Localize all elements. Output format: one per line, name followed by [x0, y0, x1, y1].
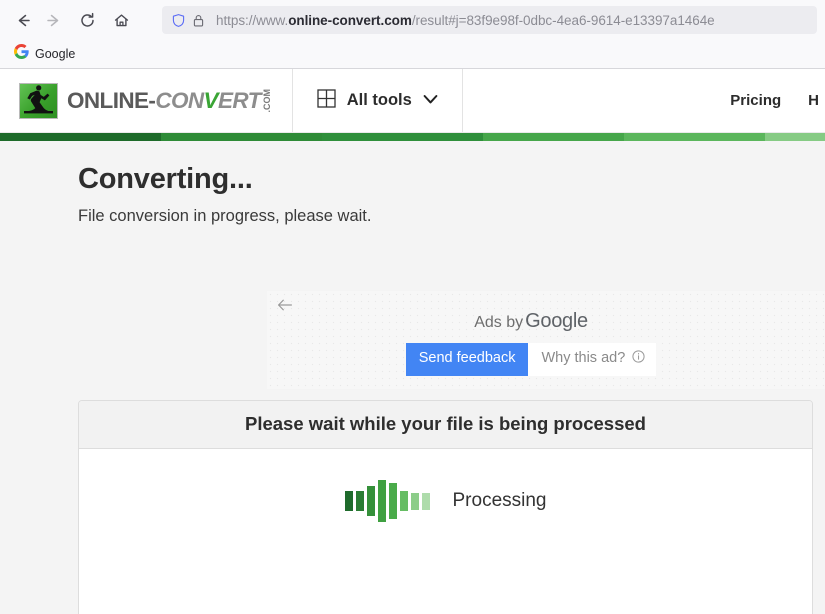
chevron-down-icon — [423, 92, 438, 110]
reload-icon — [80, 12, 94, 27]
google-wordmark: Google — [525, 310, 588, 332]
page-title: Converting... — [78, 163, 253, 195]
lock-icon[interactable] — [190, 12, 207, 29]
browser-toolbar: https://www.online-convert.com/result#j=… — [0, 0, 825, 40]
info-circle-icon — [632, 350, 645, 368]
main-content: Converting... File conversion in progres… — [0, 141, 825, 228]
processing-panel-header: Please wait while your file is being pro… — [79, 401, 812, 449]
arrow-right-icon — [46, 14, 58, 26]
url-bar[interactable]: https://www.online-convert.com/result#j=… — [162, 6, 817, 34]
equalizer-bar — [366, 486, 375, 516]
processing-panel-title: Please wait while your file is being pro… — [245, 413, 646, 434]
reload-button[interactable] — [72, 5, 102, 35]
ads-by-google-label: Ads by Google — [267, 310, 825, 333]
logo-text-con: CON — [155, 87, 204, 113]
bookmark-label: Google — [35, 47, 76, 61]
all-tools-label: All tools — [346, 91, 412, 109]
arrow-left-icon — [18, 14, 30, 26]
processing-status-label: Processing — [452, 490, 547, 511]
browser-chrome: https://www.online-convert.com/result#j=… — [0, 0, 825, 69]
logo-text-v: V — [203, 87, 219, 113]
equalizer-bar — [377, 480, 386, 522]
running-person-icon — [19, 82, 58, 119]
equalizer-bar — [388, 483, 397, 519]
url-host: online-convert.com — [288, 12, 412, 28]
grid-icon — [317, 88, 336, 113]
back-button[interactable] — [8, 5, 38, 35]
equalizer-bar — [399, 491, 408, 511]
equalizer-bar — [355, 491, 364, 511]
nav-link-help[interactable]: H — [808, 92, 819, 109]
logo-text-dotcom: .COM — [261, 88, 272, 113]
headline-block: Converting... File conversion in progres… — [0, 141, 825, 227]
site-logo-wordmark: ONLINE - CON V ERT .COM — [67, 88, 272, 114]
bookmark-google[interactable]: Google — [8, 41, 81, 67]
progress-segment — [623, 133, 765, 141]
page-content: ONLINE - CON V ERT .COM All tools Pricing H — [0, 69, 825, 614]
equalizer-bar — [410, 492, 419, 510]
progress-segment — [160, 133, 322, 141]
processing-panel-body: Processing Until the conversion process … — [79, 449, 812, 614]
send-feedback-button[interactable]: Send feedback — [405, 343, 529, 376]
logo-text-ert: ERT — [217, 87, 261, 113]
progress-segment — [482, 133, 624, 141]
site-header: ONLINE - CON V ERT .COM All tools Pricing H — [0, 69, 825, 133]
progress-segment — [764, 133, 825, 141]
url-path: /result#j=83f9e98f-0dbc-4ea6-9614-e13397… — [411, 12, 715, 28]
progress-strip — [0, 133, 825, 141]
equalizer-bar — [421, 492, 430, 510]
progress-segment — [321, 133, 483, 141]
why-this-ad-button[interactable]: Why this ad? — [528, 343, 657, 376]
why-this-ad-label: Why this ad? — [541, 350, 626, 366]
forward-button[interactable] — [38, 5, 68, 35]
ad-buttons: Send feedback Why this ad? — [267, 343, 825, 376]
equalizer-bar — [344, 491, 353, 511]
equalizer-spinner-icon — [344, 480, 430, 522]
processing-panel: Please wait while your file is being pro… — [78, 400, 813, 614]
processing-status-row: Processing — [79, 449, 812, 522]
all-tools-menu[interactable]: All tools — [291, 69, 463, 132]
nav-link-pricing[interactable]: Pricing — [730, 92, 781, 109]
header-spacer — [463, 69, 730, 132]
ads-by-text: Ads by — [474, 314, 524, 331]
site-logo[interactable]: ONLINE - CON V ERT .COM — [0, 69, 292, 132]
url-text: https://www.online-convert.com/result#j=… — [216, 13, 715, 28]
google-g-icon — [14, 44, 29, 64]
logo-text-dash: - — [148, 87, 156, 113]
shield-icon[interactable] — [170, 12, 187, 29]
page-subtitle: File conversion in progress, please wait… — [78, 207, 372, 226]
url-scheme: https://www. — [216, 12, 289, 28]
google-ad-block: Ads by Google Send feedback Why this ad? — [267, 291, 825, 389]
progress-segment — [0, 133, 161, 141]
header-nav-links: Pricing H — [730, 69, 825, 132]
home-icon — [114, 13, 128, 26]
logo-text-online: ONLINE — [67, 87, 149, 113]
home-button[interactable] — [106, 5, 136, 35]
bookmarks-bar: Google — [0, 40, 825, 68]
